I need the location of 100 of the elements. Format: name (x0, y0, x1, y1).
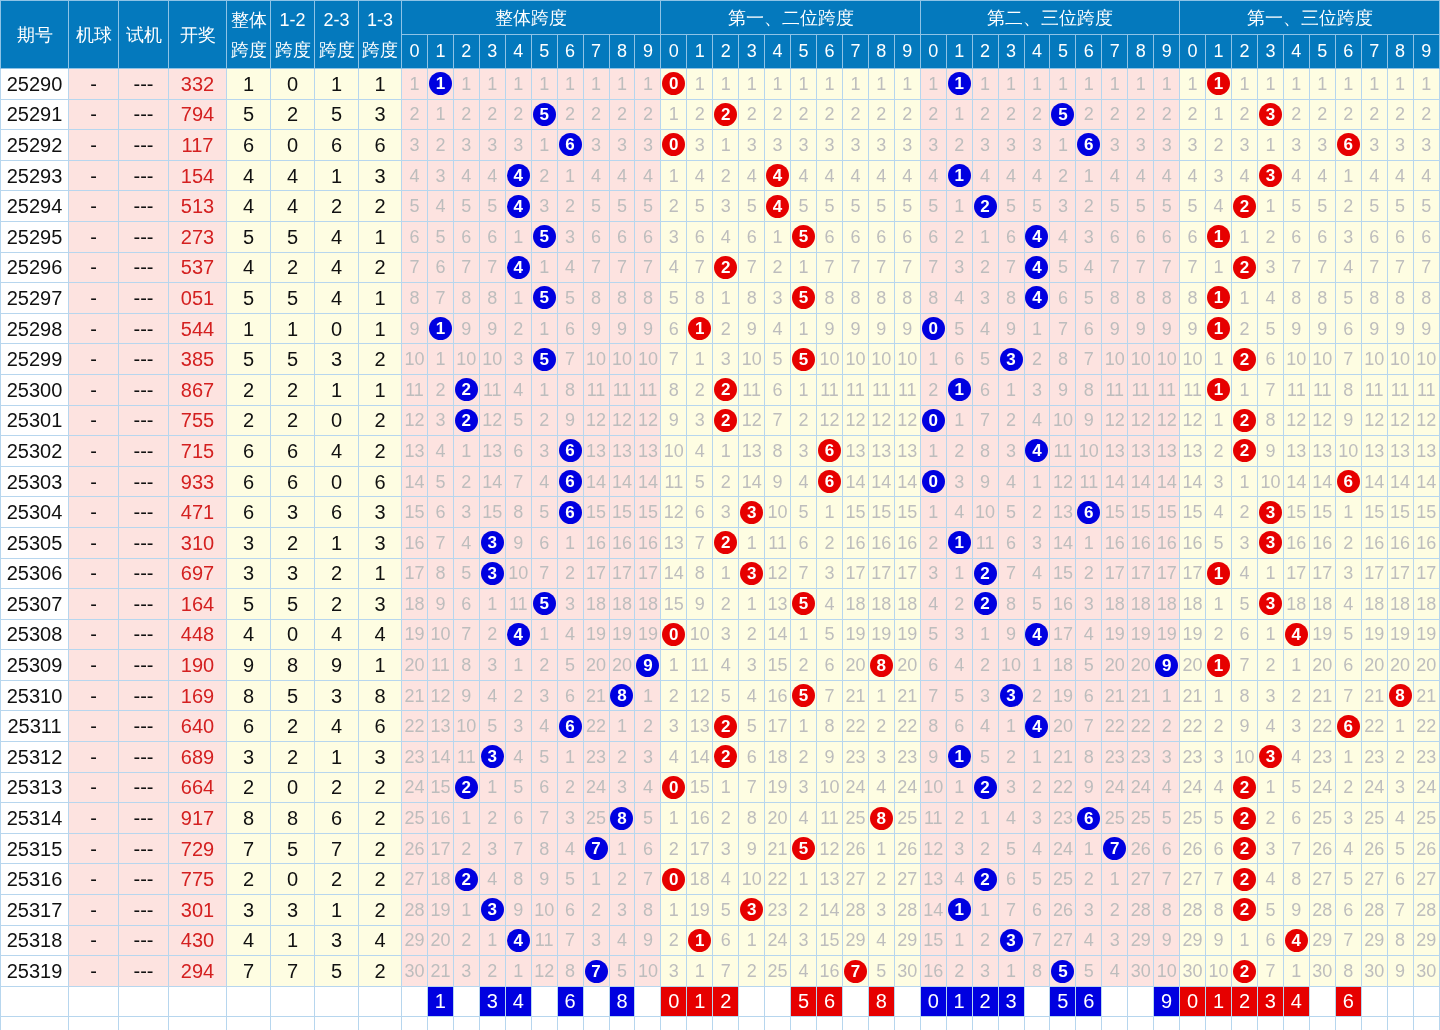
number-ball: 0 (662, 72, 686, 96)
number-ball: 2 (1232, 255, 1256, 279)
machine-ball-cell: - (68, 710, 119, 742)
test-run-cell: --- (118, 558, 169, 589)
draw-number-cell: 164 (168, 588, 227, 620)
issue-cell: 25319 (0, 955, 69, 987)
column-header: 试机 (118, 0, 169, 69)
draw-number-cell: 301 (168, 894, 227, 926)
number-ball: 3 (480, 745, 504, 769)
test-run-cell: --- (118, 221, 169, 253)
test-run-cell: --- (118, 68, 169, 100)
number-ball: 3 (480, 561, 504, 585)
draw-number-cell: 471 (168, 496, 227, 528)
number-ball: 5 (792, 347, 816, 371)
machine-ball-cell: - (68, 252, 119, 283)
test-run-cell: --- (118, 649, 169, 681)
number-ball: 5 (792, 225, 816, 249)
number-ball: 3 (740, 561, 764, 585)
test-run-cell: --- (118, 160, 169, 191)
machine-ball-cell: - (68, 374, 119, 406)
draw-number-cell: 385 (168, 343, 227, 375)
number-ball: 2 (714, 378, 738, 402)
issue-cell: 25297 (0, 282, 69, 314)
number-ball: 2 (1232, 347, 1256, 371)
number-ball: 9 (636, 653, 660, 677)
group-header: 整体跨度 (401, 0, 661, 35)
machine-ball-cell: - (68, 160, 119, 191)
draw-number-cell: 664 (168, 772, 227, 803)
test-run-cell: --- (118, 588, 169, 620)
column-header-line: 跨度 (317, 38, 356, 62)
number-ball: 1 (428, 317, 452, 341)
issue-cell: 25293 (0, 160, 69, 191)
number-ball: 0 (921, 408, 945, 432)
test-run-cell: --- (118, 313, 169, 344)
machine-ball-cell: - (68, 649, 119, 681)
machine-ball-cell: - (68, 680, 119, 711)
number-ball: 5 (792, 684, 816, 708)
test-run-cell: --- (118, 190, 169, 222)
number-ball: 4 (506, 928, 530, 952)
column-header-line: 跨度 (229, 38, 268, 62)
column-header-line: 1-2 (278, 8, 307, 32)
draw-number-cell: 273 (168, 221, 227, 253)
number-ball: 3 (740, 898, 764, 922)
number-ball: 6 (1077, 133, 1101, 157)
number-ball: 3 (480, 898, 504, 922)
draw-number-cell: 775 (168, 863, 227, 895)
issue-cell: 25318 (0, 925, 69, 956)
number-ball: 0 (662, 775, 686, 799)
column-header: 开奖 (168, 0, 227, 69)
number-ball: 4 (1025, 714, 1049, 738)
issue-cell: 25314 (0, 802, 69, 834)
number-ball: 2 (1232, 898, 1256, 922)
issue-cell: 25308 (0, 619, 69, 650)
number-ball: 2 (973, 775, 997, 799)
draw-number-cell: 169 (168, 680, 227, 711)
test-run-cell: --- (118, 955, 169, 987)
draw-number-cell: 154 (168, 160, 227, 191)
number-ball: 4 (1025, 225, 1049, 249)
number-ball: 6 (817, 470, 841, 493)
number-ball: 6 (1336, 470, 1360, 493)
column-header-line: 1-3 (366, 8, 394, 32)
number-ball: 3 (999, 347, 1023, 371)
machine-ball-cell: - (68, 405, 119, 436)
number-ball: 6 (817, 439, 841, 463)
issue-cell: 25296 (0, 252, 69, 283)
number-ball: 6 (558, 500, 582, 524)
issue-cell: 25304 (0, 496, 69, 528)
test-run-cell: --- (118, 680, 169, 711)
number-ball: 1 (1207, 653, 1231, 677)
column-header: 机球 (68, 0, 119, 69)
machine-ball-cell: - (68, 955, 119, 987)
test-run-cell: --- (118, 833, 169, 864)
number-ball: 3 (1258, 102, 1282, 126)
machine-ball-cell: - (68, 313, 119, 344)
number-ball: 5 (792, 286, 816, 310)
number-ball: 4 (766, 164, 790, 188)
number-ball: 1 (947, 164, 971, 188)
issue-cell: 25306 (0, 558, 69, 589)
machine-ball-cell: - (68, 527, 119, 558)
number-ball: 1 (1207, 72, 1231, 96)
number-ball: 2 (454, 378, 478, 402)
column-header-line: 跨度 (361, 38, 399, 62)
machine-ball-cell: - (68, 588, 119, 620)
number-ball: 7 (843, 959, 867, 983)
machine-ball-cell: - (68, 741, 119, 773)
machine-ball-cell: - (68, 99, 119, 130)
number-ball: 1 (947, 898, 971, 922)
number-ball: 9 (1155, 653, 1179, 677)
number-ball: 6 (1077, 806, 1101, 830)
number-ball: 0 (662, 133, 686, 157)
number-ball: 4 (1284, 928, 1308, 952)
draw-number-cell: 697 (168, 558, 227, 589)
issue-cell: 25299 (0, 343, 69, 375)
number-ball: 1 (1207, 317, 1231, 341)
number-ball: 2 (1232, 867, 1256, 891)
draw-number-cell: 051 (168, 282, 227, 314)
number-ball: 0 (662, 623, 686, 646)
number-ball: 2 (714, 745, 738, 769)
test-run-cell: --- (118, 894, 169, 926)
machine-ball-cell: - (68, 466, 119, 497)
